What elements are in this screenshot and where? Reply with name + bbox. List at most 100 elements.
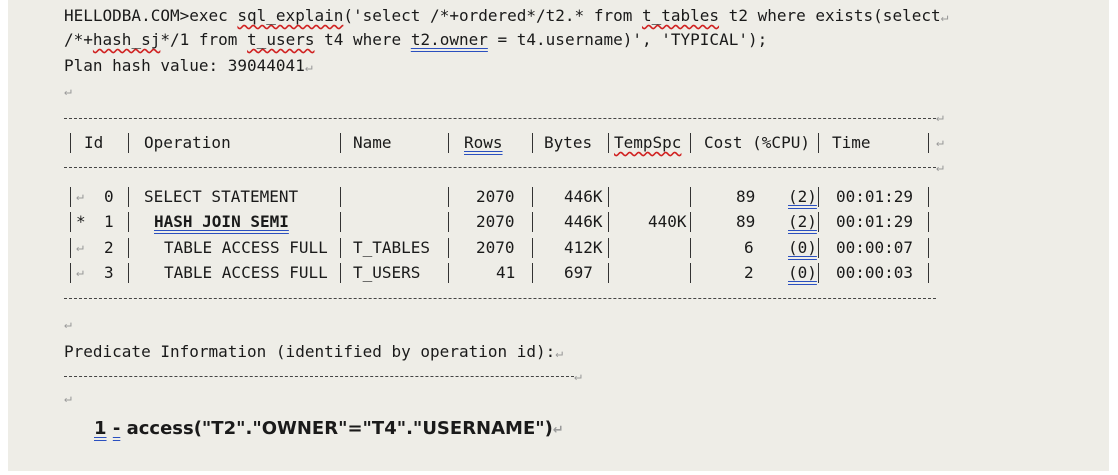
- command-prefix: HELLODBA.COM>exec: [64, 6, 238, 25]
- row-rows: 2070: [476, 238, 515, 257]
- column-divider: [690, 133, 691, 153]
- column-divider: [340, 212, 341, 232]
- table-separator: [64, 167, 936, 168]
- column-divider: [532, 187, 533, 207]
- column-divider: [128, 187, 129, 207]
- row-cpu: (0): [788, 263, 817, 282]
- column-divider: [690, 263, 691, 283]
- column-divider: [70, 187, 71, 207]
- column-divider: [70, 238, 71, 258]
- column-divider: [340, 133, 341, 153]
- column-divider: [532, 238, 533, 258]
- header-time: Time: [832, 133, 871, 152]
- column-divider: [448, 238, 449, 258]
- command-text: t2 where exists(select: [719, 6, 941, 25]
- command-line-1: HELLODBA.COM>exec sql_explain('select /*…: [64, 6, 948, 28]
- row-bytes: 412K: [564, 238, 603, 257]
- column-divider: [818, 133, 819, 153]
- paragraph-mark-icon: ↵: [76, 189, 84, 204]
- row-cost: 6: [744, 238, 754, 257]
- row-cpu: (2): [788, 187, 817, 206]
- paragraph-mark-icon: ↵: [936, 160, 944, 175]
- row-operation: HASH JOIN SEMI: [154, 212, 289, 231]
- row-time: 00:00:03: [836, 263, 914, 282]
- row-tempspc: 440K: [648, 212, 687, 231]
- table-name: t_users: [247, 30, 315, 49]
- row-time: 00:00:07: [836, 238, 914, 257]
- column-divider: [690, 212, 691, 232]
- predicate-separator-char: -: [112, 418, 121, 439]
- header-operation: Operation: [144, 133, 231, 152]
- paragraph-mark-icon: ↵: [64, 317, 72, 332]
- row-cost: 89: [736, 187, 756, 206]
- column-divider: [690, 238, 691, 258]
- predicate-access: 1 - access("T2"."OWNER"="T4"."USERNAME")…: [94, 417, 564, 443]
- row-rows: 2070: [476, 187, 515, 206]
- column-divider: [532, 212, 533, 232]
- row-rows: 2070: [476, 212, 515, 231]
- paragraph-mark-icon: ↵: [76, 240, 84, 255]
- row-rows: 41: [496, 263, 516, 282]
- column-divider: [70, 133, 71, 153]
- row-cost: 2: [744, 263, 754, 282]
- column-divider: [128, 212, 129, 232]
- column-divider: [928, 263, 929, 283]
- paragraph-mark-icon: ↵: [555, 346, 564, 361]
- column-divider: [608, 212, 609, 232]
- predicate-title: Predicate Information (identified by ope…: [64, 342, 563, 364]
- hint-name: hash_sj: [92, 30, 161, 49]
- paragraph-mark-icon: ↵: [552, 423, 564, 438]
- predicate-separator: [64, 376, 574, 377]
- predicate-text: access("T2"."OWNER"="T4"."USERNAME"): [126, 418, 553, 439]
- row-name: T_TABLES: [353, 238, 431, 257]
- row-operation: SELECT STATEMENT: [144, 187, 299, 206]
- column-divider: [928, 133, 929, 153]
- command-text: */1 from: [160, 30, 248, 49]
- command-text: /*+: [64, 30, 93, 49]
- column-divider: [928, 187, 929, 207]
- header-cost: Cost (%CPU): [704, 133, 810, 152]
- plan-hash: Plan hash value: 39044041↵: [64, 56, 313, 78]
- paragraph-mark-icon: ↵: [64, 391, 72, 406]
- column-divider: [690, 187, 691, 207]
- command-line-2: /*+hash_sj*/1 from t_users t4 where t2.o…: [64, 30, 767, 50]
- predicate-id: 1: [94, 418, 107, 439]
- column-divider: [532, 263, 533, 283]
- paragraph-mark-icon: ↵: [574, 369, 582, 384]
- table-separator: [64, 118, 936, 119]
- column-divider: [70, 263, 71, 283]
- paragraph-mark-icon: ↵: [304, 60, 313, 75]
- command-text: = t4.username)', 'TYPICAL');: [487, 30, 768, 49]
- row-time: 00:01:29: [836, 212, 914, 231]
- command-text: t4 where: [314, 30, 411, 49]
- row-id: 1: [104, 212, 114, 231]
- column-divider: [128, 133, 129, 153]
- column-divider: [608, 133, 609, 153]
- row-id: 0: [104, 187, 114, 206]
- column-divider: [448, 212, 449, 232]
- column-divider: [448, 263, 449, 283]
- column-divider: [928, 212, 929, 232]
- column-divider: [608, 238, 609, 258]
- column-ref: t2.owner: [410, 30, 488, 49]
- column-divider: [448, 187, 449, 207]
- column-divider: [818, 187, 819, 207]
- header-rows: Rows: [464, 133, 503, 152]
- table-separator: [64, 298, 936, 299]
- row-bytes: 697: [564, 263, 593, 282]
- header-tempspc: TempSpc: [614, 133, 682, 152]
- row-operation: TABLE ACCESS FULL: [164, 263, 328, 282]
- document-page: HELLODBA.COM>exec sql_explain('select /*…: [8, 0, 1109, 471]
- asterisk-icon: *: [76, 212, 86, 231]
- paragraph-mark-icon: ↵: [936, 110, 944, 125]
- header-id: Id: [84, 133, 104, 152]
- column-divider: [818, 212, 819, 232]
- column-divider: [70, 212, 71, 232]
- header-bytes: Bytes: [544, 133, 593, 152]
- row-cpu: (0): [788, 238, 817, 257]
- row-cpu: (2): [788, 212, 817, 231]
- predicate-title-text: Predicate Information (identified by ope…: [64, 342, 556, 361]
- column-divider: [340, 238, 341, 258]
- row-bytes: 446K: [564, 187, 603, 206]
- column-divider: [532, 133, 533, 153]
